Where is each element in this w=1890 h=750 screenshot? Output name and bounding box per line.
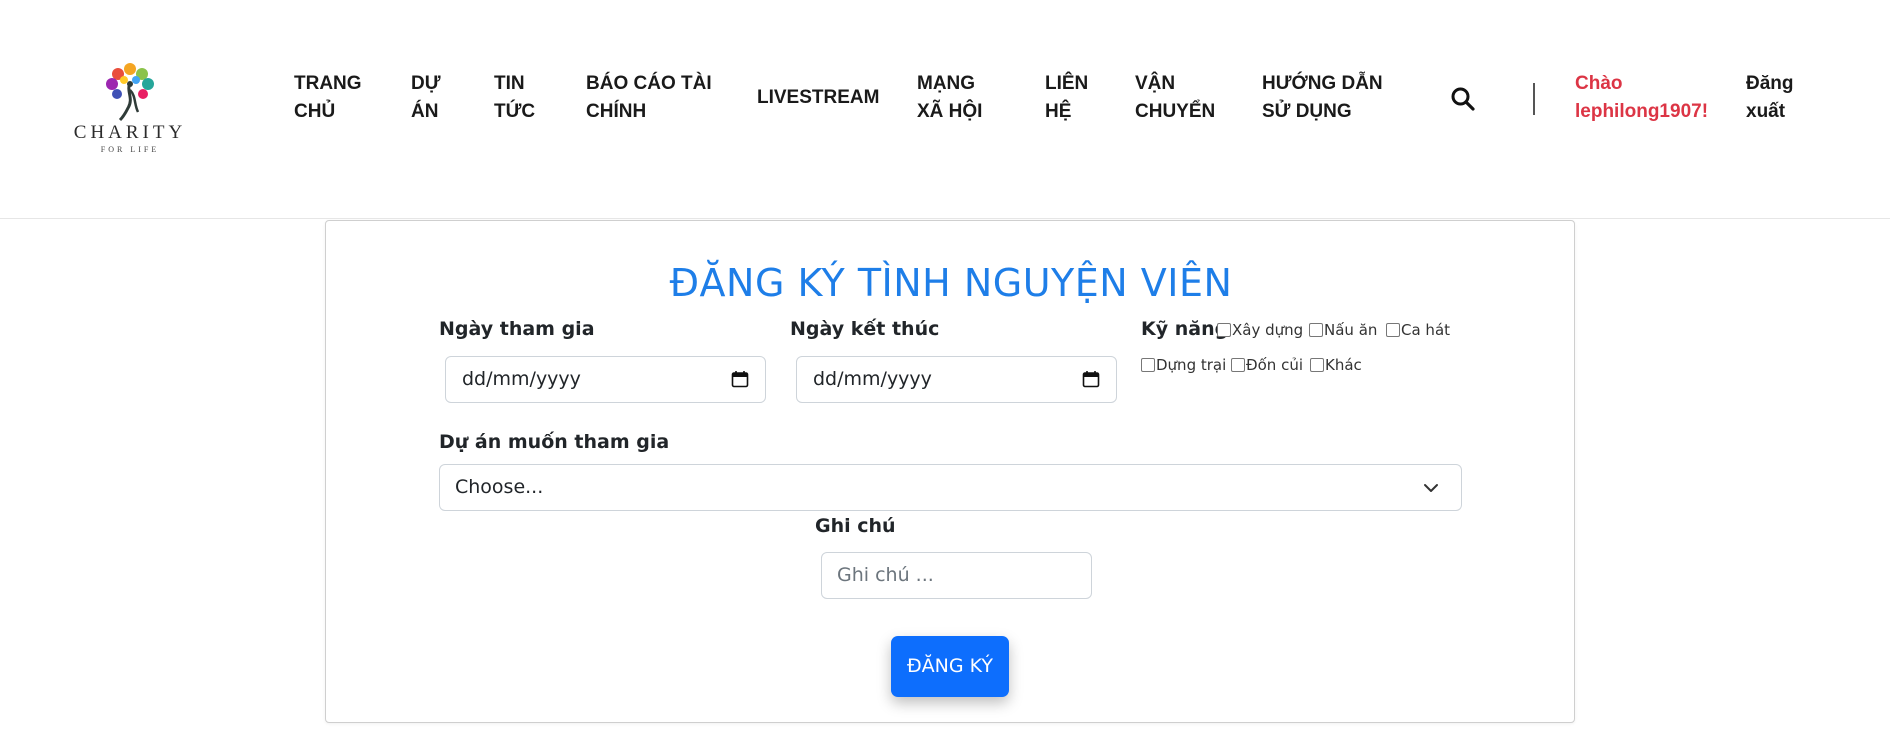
- nav-item-projects[interactable]: DỰ ÁN: [411, 70, 440, 126]
- username-label: lephilong1907!: [1575, 101, 1709, 122]
- nav-item-livestream[interactable]: LIVESTREAM: [757, 84, 879, 112]
- logout-label: Đăng: [1746, 73, 1794, 94]
- skill-don-cui[interactable]: Đốn củi: [1231, 356, 1303, 374]
- nav-item-social[interactable]: MẠNG XÃ HỘI: [917, 70, 982, 126]
- checkbox[interactable]: [1231, 358, 1245, 372]
- skills-label: Kỹ năng: [1141, 318, 1229, 340]
- site-header: CHARITY FOR LIFE TRANG CHỦ DỰ ÁN TIN TỨC…: [0, 0, 1890, 219]
- greeting-label: Chào: [1575, 73, 1623, 94]
- project-select-value: Choose...: [455, 476, 544, 498]
- nav-label: TIN: [494, 73, 525, 94]
- skill-label: Nấu ăn: [1324, 321, 1378, 339]
- logo-name: CHARITY: [73, 122, 187, 143]
- logout-link[interactable]: Đăng xuất: [1746, 70, 1794, 126]
- nav-item-home[interactable]: TRANG CHỦ: [294, 70, 362, 126]
- calendar-icon[interactable]: [1082, 370, 1100, 388]
- skill-label: Dựng trại: [1156, 356, 1227, 374]
- end-date-value: dd/mm/yyyy: [813, 368, 932, 390]
- note-placeholder: Ghi chú ...: [837, 564, 934, 586]
- nav-label: TỨC: [494, 101, 536, 122]
- nav-label: CHÍNH: [586, 101, 647, 122]
- logo-tagline: FOR LIFE: [100, 145, 160, 154]
- skill-dung-trai[interactable]: Dựng trại: [1141, 356, 1226, 374]
- nav-label: BÁO CÁO TÀI: [586, 73, 712, 94]
- register-button[interactable]: ĐĂNG KÝ: [891, 636, 1009, 697]
- search-icon[interactable]: [1450, 86, 1476, 112]
- nav-label: HƯỚNG DẪN: [1262, 73, 1383, 94]
- nav-label: VẬN: [1135, 73, 1176, 94]
- checkbox[interactable]: [1386, 323, 1400, 337]
- skill-label: Ca hát: [1401, 321, 1451, 339]
- note-label: Ghi chú: [815, 515, 896, 537]
- start-date-label: Ngày tham gia: [439, 318, 595, 340]
- checkbox[interactable]: [1217, 323, 1231, 337]
- skill-label: Đốn củi: [1246, 356, 1303, 374]
- nav-divider: [1533, 83, 1535, 115]
- nav-label: LIÊN: [1045, 73, 1089, 94]
- nav-label: DỰ: [411, 73, 441, 94]
- tree-heart-icon: [106, 63, 154, 122]
- volunteer-form-card: ĐĂNG KÝ TÌNH NGUYỆN VIÊN Ngày tham gia d…: [325, 220, 1575, 723]
- checkbox[interactable]: [1309, 323, 1323, 337]
- form-title: ĐĂNG KÝ TÌNH NGUYỆN VIÊN: [669, 261, 1233, 305]
- nav-label: XÃ HỘI: [917, 101, 983, 122]
- nav-item-user-guide[interactable]: HƯỚNG DẪN SỬ DỤNG: [1262, 70, 1383, 126]
- nav-label: TRANG: [294, 73, 362, 94]
- end-date-label: Ngày kết thúc: [790, 318, 940, 340]
- chevron-down-icon: [1424, 484, 1438, 492]
- skill-ca-hat[interactable]: Ca hát: [1386, 321, 1450, 339]
- nav-label: MẠNG: [917, 73, 976, 94]
- user-greeting: Chào lephilong1907!: [1575, 70, 1708, 126]
- charity-logo[interactable]: CHARITY FOR LIFE: [70, 60, 190, 160]
- nav-item-news[interactable]: TIN TỨC: [494, 70, 535, 126]
- nav-label: CHỦ: [294, 101, 336, 122]
- skill-nau-an[interactable]: Nấu ăn: [1309, 321, 1377, 339]
- skill-xay-dung[interactable]: Xây dựng: [1217, 321, 1303, 339]
- checkbox[interactable]: [1141, 358, 1155, 372]
- note-input[interactable]: Ghi chú ...: [821, 552, 1092, 599]
- logout-label: xuất: [1746, 101, 1786, 122]
- nav-item-shipping[interactable]: VẬN CHUYỂN: [1135, 70, 1215, 126]
- skill-label: Xây dựng: [1232, 321, 1304, 339]
- nav-label: LIVESTREAM: [757, 87, 880, 108]
- skill-label: Khác: [1325, 356, 1362, 374]
- start-date-value: dd/mm/yyyy: [462, 368, 581, 390]
- project-label: Dự án muốn tham gia: [439, 431, 670, 453]
- project-select[interactable]: Choose...: [439, 464, 1462, 511]
- checkbox[interactable]: [1310, 358, 1324, 372]
- nav-item-contact[interactable]: LIÊN HỆ: [1045, 70, 1088, 126]
- skill-khac[interactable]: Khác: [1310, 356, 1362, 374]
- nav-item-financial-report[interactable]: BÁO CÁO TÀI CHÍNH: [586, 70, 712, 126]
- nav-label: HỆ: [1045, 101, 1072, 122]
- start-date-input[interactable]: dd/mm/yyyy: [445, 356, 766, 403]
- nav-label: CHUYỂN: [1135, 101, 1216, 122]
- nav-label: ÁN: [411, 101, 439, 122]
- end-date-input[interactable]: dd/mm/yyyy: [796, 356, 1117, 403]
- nav-label: SỬ DỤNG: [1262, 101, 1352, 122]
- calendar-icon[interactable]: [731, 370, 749, 388]
